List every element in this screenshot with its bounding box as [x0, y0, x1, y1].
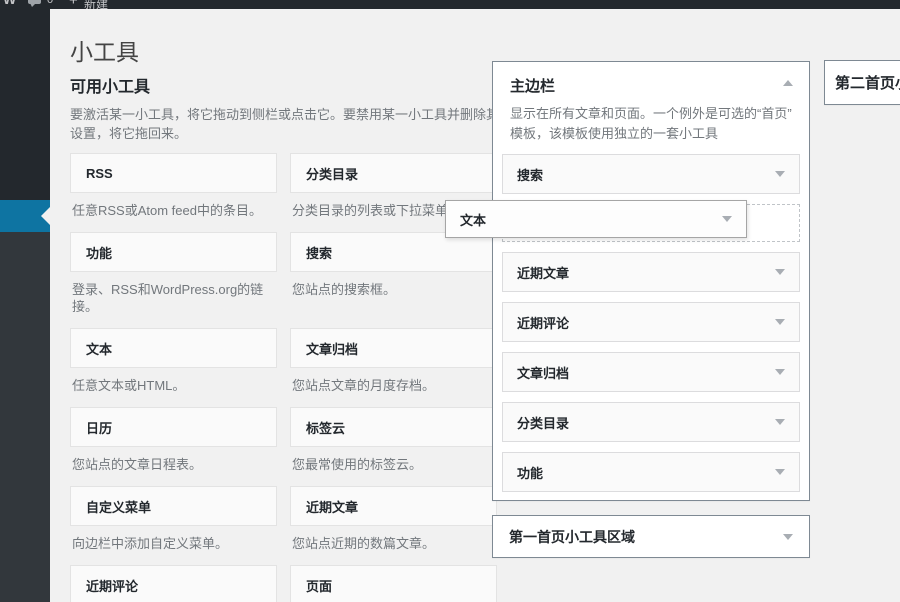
- available-widget: 页面: [290, 565, 497, 602]
- widget-description: 任意RSS或Atom feed中的条目。: [70, 202, 277, 219]
- sidebar-panel-header[interactable]: 主边栏: [493, 62, 809, 96]
- sidebar-panel-first-front-page[interactable]: 第一首页小工具区域: [492, 515, 810, 558]
- widget-title: 文章归档: [306, 339, 358, 358]
- widget-title: 页面: [306, 576, 332, 595]
- chevron-down-icon[interactable]: [722, 216, 732, 222]
- available-widget-card[interactable]: 分类目录: [290, 153, 497, 193]
- admin-menu-current-item-appearance[interactable]: [0, 200, 50, 232]
- chevron-down-icon[interactable]: [775, 171, 785, 177]
- widget-description: 登录、RSS和WordPress.org的链接。: [70, 281, 277, 315]
- available-widget-card[interactable]: 页面: [290, 565, 497, 602]
- front-panel-title: 第一首页小工具区域: [509, 527, 635, 547]
- available-widget-card[interactable]: 自定义菜单: [70, 486, 277, 526]
- available-widget: 文本 任意文本或HTML。: [70, 328, 277, 394]
- widget-title: 分类目录: [306, 164, 358, 183]
- available-widget-card[interactable]: 文章归档: [290, 328, 497, 368]
- sidebar-panel-description: 显示在所有文章和页面。一个例外是可选的“首页”模板，该模板使用独立的一套小工具: [510, 104, 792, 144]
- available-widgets-description: 要激活某一小工具，将它拖动到侧栏或点击它。要禁用某一小工具并删除其设置，将它拖回…: [70, 105, 508, 143]
- widget-title: 自定义菜单: [86, 497, 151, 516]
- chevron-down-icon[interactable]: [775, 319, 785, 325]
- widget-title: 文本: [460, 210, 486, 229]
- chevron-down-icon[interactable]: [783, 534, 793, 540]
- available-widget-card[interactable]: 功能: [70, 232, 277, 272]
- widget-description: 您站点的文章日程表。: [70, 456, 277, 473]
- second-panel-title: 第二首页小工具区域: [835, 72, 900, 93]
- available-widget-card[interactable]: 标签云: [290, 407, 497, 447]
- admin-toolbar: W 0 + 新建: [0, 0, 900, 9]
- sidebar-widget[interactable]: 功能: [502, 452, 800, 492]
- available-widgets-grid: RSS 任意RSS或Atom feed中的条目。 分类目录 分类目录的列表或下拉…: [70, 153, 497, 602]
- available-widget: RSS 任意RSS或Atom feed中的条目。: [70, 153, 277, 219]
- widget-title: RSS: [86, 166, 113, 181]
- widget-description: 您站点文章的月度存档。: [290, 377, 497, 394]
- widget-title: 搜索: [517, 165, 543, 184]
- sidebar-widget[interactable]: 近期文章: [502, 252, 800, 292]
- chevron-down-icon[interactable]: [775, 419, 785, 425]
- chevron-down-icon[interactable]: [775, 269, 785, 275]
- available-widget-card[interactable]: RSS: [70, 153, 277, 193]
- chevron-down-icon[interactable]: [775, 369, 785, 375]
- available-widgets-heading: 可用小工具: [70, 73, 150, 97]
- widget-title: 近期文章: [306, 497, 358, 516]
- available-widget-card[interactable]: 近期文章: [290, 486, 497, 526]
- plus-icon[interactable]: +: [69, 0, 78, 9]
- sidebar-panel-main: 主边栏 显示在所有文章和页面。一个例外是可选的“首页”模板，该模板使用独立的一套…: [492, 61, 810, 501]
- widget-title: 文章归档: [517, 363, 569, 382]
- current-item-arrow-icon: [41, 207, 50, 225]
- comments-icon[interactable]: [28, 0, 41, 4]
- wordpress-logo-icon[interactable]: W: [3, 0, 16, 7]
- sidebar-widget[interactable]: 近期评论: [502, 302, 800, 342]
- available-widget-card[interactable]: 日历: [70, 407, 277, 447]
- widgets-admin-screen: W 0 + 新建 小工具 可用小工具 要激活某一小工具，将它拖动到侧栏或点击它。…: [0, 0, 900, 602]
- available-widget-card[interactable]: 搜索: [290, 232, 497, 272]
- widget-description: 任意文本或HTML。: [70, 377, 277, 394]
- widget-title: 功能: [86, 243, 112, 262]
- dragged-widget-text[interactable]: 文本: [445, 200, 747, 238]
- page-title: 小工具: [70, 33, 139, 67]
- available-widget: 近期文章 您站点近期的数篇文章。: [290, 486, 497, 552]
- new-content-button[interactable]: 新建: [84, 0, 108, 9]
- widget-title: 功能: [517, 463, 543, 482]
- sidebar-widget[interactable]: 分类目录: [502, 402, 800, 442]
- widget-title: 搜索: [306, 243, 332, 262]
- available-widget: 近期评论: [70, 565, 277, 602]
- widget-title: 近期评论: [517, 313, 569, 332]
- available-widget: 标签云 您最常使用的标签云。: [290, 407, 497, 473]
- available-widget: 搜索 您站点的搜索框。: [290, 232, 497, 298]
- admin-menu-upper-section[interactable]: [0, 9, 50, 200]
- sidebar-widget[interactable]: 文章归档: [502, 352, 800, 392]
- chevron-up-icon[interactable]: [783, 80, 793, 86]
- available-widget: 日历 您站点的文章日程表。: [70, 407, 277, 473]
- widget-title: 分类目录: [517, 413, 569, 432]
- available-widget-card[interactable]: 近期评论: [70, 565, 277, 602]
- widget-title: 文本: [86, 339, 112, 358]
- widget-title: 近期评论: [86, 576, 138, 595]
- widget-title: 标签云: [306, 418, 345, 437]
- widget-description: 您站点的搜索框。: [290, 281, 497, 298]
- available-widget: 自定义菜单 向边栏中添加自定义菜单。: [70, 486, 277, 552]
- available-widget-card[interactable]: 文本: [70, 328, 277, 368]
- widget-title: 日历: [86, 418, 112, 437]
- widget-description: 您站点近期的数篇文章。: [290, 535, 497, 552]
- sidebar-panel-second-front-page[interactable]: 第二首页小工具区域: [824, 60, 900, 105]
- sidebar-panel-title: 主边栏: [510, 78, 555, 95]
- available-widget: 功能 登录、RSS和WordPress.org的链接。: [70, 232, 277, 315]
- widget-description: 向边栏中添加自定义菜单。: [70, 535, 277, 552]
- widget-description: 您最常使用的标签云。: [290, 456, 497, 473]
- chevron-down-icon[interactable]: [775, 469, 785, 475]
- widget-title: 近期文章: [517, 263, 569, 282]
- sidebar-widget[interactable]: 搜索: [502, 154, 800, 194]
- admin-menu-collapsed[interactable]: [0, 9, 50, 602]
- available-widget: 文章归档 您站点文章的月度存档。: [290, 328, 497, 394]
- comment-count: 0: [47, 0, 53, 6]
